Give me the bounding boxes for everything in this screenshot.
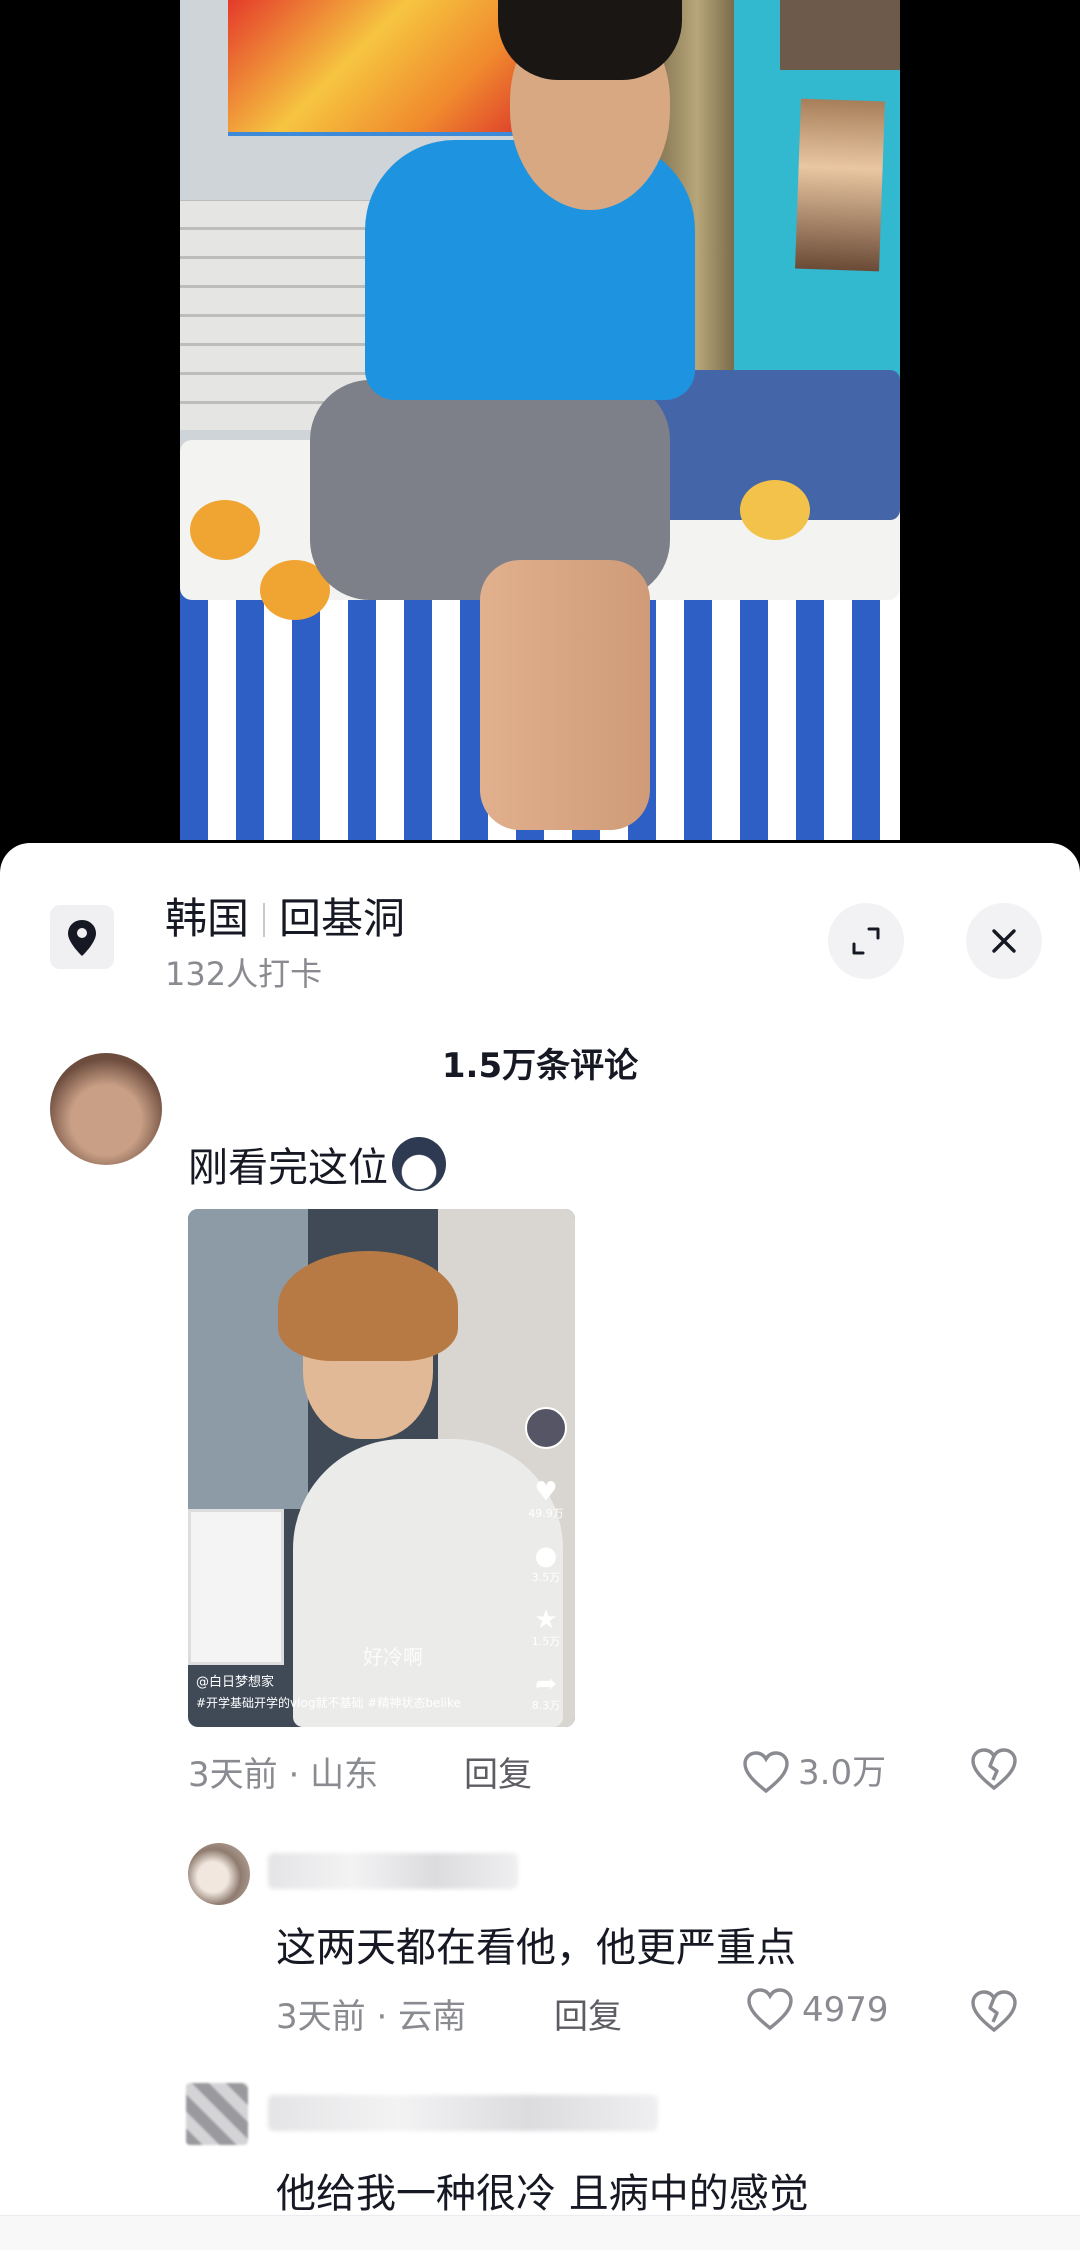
like-button[interactable]: 4979 [746,1987,889,2031]
like-button[interactable]: 3.0万 [742,1745,886,1794]
comment-text[interactable]: 刚看完这位 [188,1135,446,1193]
emoji-sticker-icon [392,1137,446,1191]
location-header[interactable]: 韩国 回基洞 132人打卡 [0,843,1080,993]
comment-input-bar[interactable] [0,2215,1080,2250]
heart-icon [743,1751,789,1794]
video-scene-pattern [190,500,260,560]
location-title: 韩国 回基洞 [165,885,405,946]
thumbnail-person [278,1251,458,1361]
expand-icon [852,927,880,955]
video-scene-photo [780,0,900,70]
username-blurred [268,2095,658,2131]
like-count: 3.0万 [798,1753,887,1793]
close-button[interactable] [966,903,1042,979]
close-icon [992,929,1016,953]
comment-sheet: 韩国 回基洞 132人打卡 1.5万条评论 刚看完这位 ♥ 49.9万 ● 3.5… [0,843,1080,2250]
location-pin-icon [50,905,114,969]
comment-time: 3天前 [188,1755,278,1795]
heart-icon: ♥ [534,1477,558,1507]
reply-region: 云南 [398,1997,467,2037]
video-scene-person [480,560,650,830]
comment-count-title: 1.5万条评论 [441,1046,639,1086]
username-blurred [268,1853,518,1889]
reply-text[interactable]: 他给我一种很冷 且病中的感觉 [276,2161,809,2219]
heart-icon [747,1988,793,2031]
thumbnail-favorites: 1.5万 [531,1635,561,1648]
thumbnail-hashtags: #开学基础开学的vlog就不基础 #精神状态belike [196,1696,461,1710]
video-scene-photo [795,98,885,272]
thumbnail-side-actions: ♥ 49.9万 ● 3.5万 ★ 1.5万 ➦ 8.3万 [524,1407,568,1727]
broken-heart-icon [971,1748,1017,1791]
thumbnail-avatar [525,1407,567,1449]
location-place: 回基洞 [279,894,406,943]
dislike-button[interactable] [970,1989,1018,2037]
thumbnail-comments: 3.5万 [531,1571,561,1584]
thumbnail-overlay-text: 好冷啊 [363,1645,423,1669]
comment-region: 山东 [310,1755,379,1795]
reply-text[interactable]: 这两天都在看他，他更严重点 [276,1915,796,1973]
broken-heart-icon [971,1990,1017,2033]
meta-separator: · [288,1755,300,1795]
reply-time: 3天前 [276,1997,366,2037]
video-scene-pattern [740,480,810,540]
thumbnail-author: @白日梦想家 [196,1675,275,1690]
reply-meta: 3天前 · 云南 [276,1989,466,2038]
reply-button[interactable]: 回复 [554,1989,622,2038]
star-icon: ★ [534,1605,558,1635]
like-count: 4979 [802,1990,889,2030]
avatar[interactable] [186,2083,248,2145]
avatar[interactable] [188,1843,250,1905]
video-player[interactable] [0,0,1080,845]
thumbnail-scene [188,1209,308,1509]
share-icon: ➦ [535,1669,557,1699]
reply-button[interactable]: 回复 [464,1747,532,1796]
comment-text-content: 刚看完这位 [188,1145,388,1191]
meta-separator: · [376,1997,388,2037]
thumbnail-likes: 49.9万 [528,1507,564,1520]
thumbnail-shares: 8.3万 [531,1699,561,1712]
comment-video-thumbnail[interactable]: ♥ 49.9万 ● 3.5万 ★ 1.5万 ➦ 8.3万 好冷啊 @白日梦想家 … [188,1209,575,1727]
location-country: 韩国 [165,894,250,943]
video-scene-person [498,0,682,80]
video-frame [180,0,900,840]
expand-button[interactable] [828,903,904,979]
thumbnail-scene [188,1509,284,1665]
avatar[interactable] [50,1053,162,1165]
thumbnail-person [293,1439,563,1727]
comment-meta: 3天前 · 山东 [188,1747,378,1796]
location-divider [263,903,266,937]
dislike-button[interactable] [970,1747,1018,1795]
comment-icon: ● [534,1541,558,1571]
location-checkins: 132人打卡 [165,955,323,993]
